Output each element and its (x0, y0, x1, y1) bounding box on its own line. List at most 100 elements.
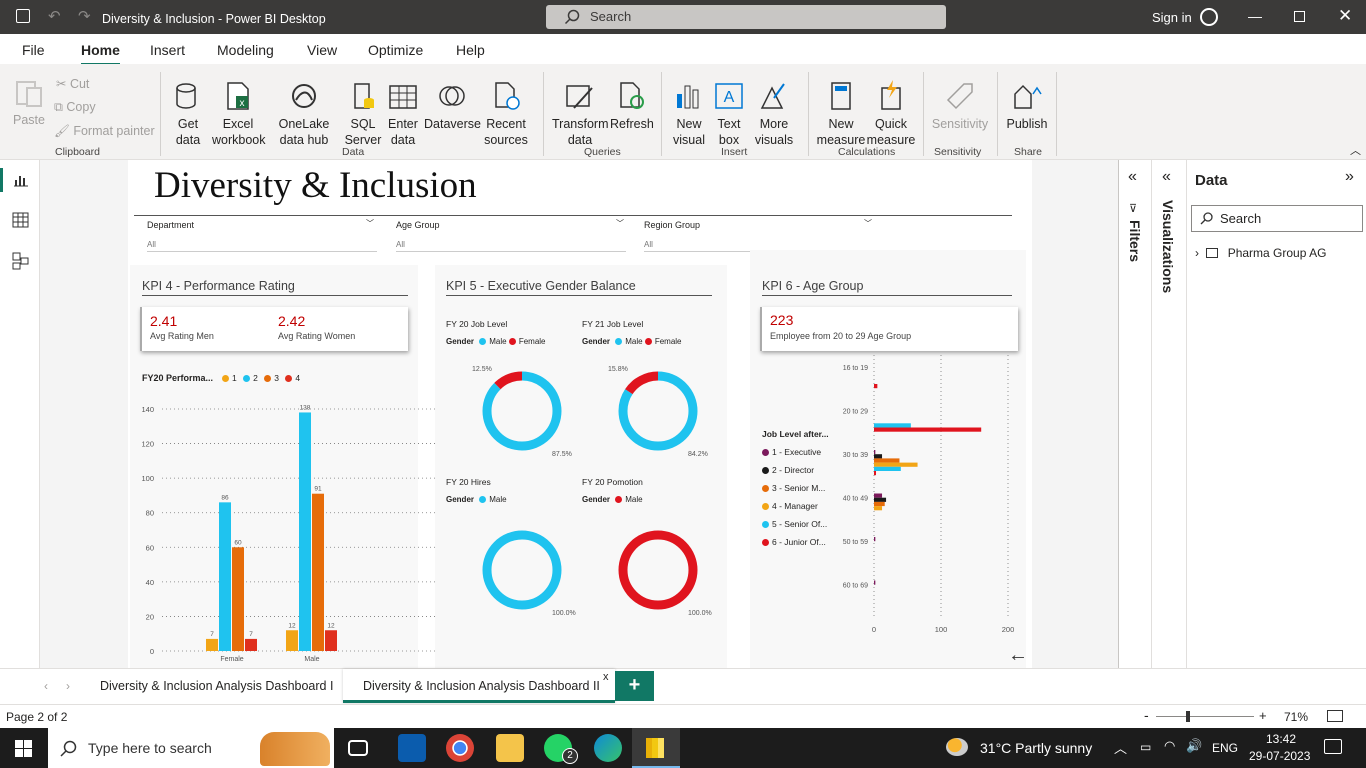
chevron-down-icon[interactable]: ﹀ (864, 218, 872, 229)
new-visual-button[interactable]: New visual (670, 80, 708, 148)
chevron-down-icon[interactable]: ﹀ (366, 218, 374, 229)
bar (874, 493, 883, 498)
edge-icon[interactable] (594, 734, 622, 762)
tray-chevron-icon[interactable]: ︿ (1114, 738, 1127, 757)
close-button[interactable]: ✕ (1338, 6, 1352, 26)
powerbi-taskbar-button[interactable] (632, 728, 680, 768)
store-icon[interactable] (398, 734, 426, 762)
recent-sources-button[interactable]: Recent sources (480, 80, 532, 148)
menu-file[interactable]: File (22, 42, 45, 58)
next-page-icon[interactable]: › (66, 679, 70, 693)
sql-icon (354, 83, 374, 109)
transform-label: Transform data (552, 117, 609, 147)
get-data-button[interactable]: Get data (170, 80, 206, 148)
legend-label: 1 - Executive (772, 447, 822, 457)
kpi5-panel[interactable]: KPI 5 - Executive Gender Balance FY 20 J… (435, 265, 727, 668)
weather-text[interactable]: 31°C Partly sunny (980, 740, 1092, 756)
zoom-level[interactable]: 71% (1284, 710, 1308, 724)
menu-help[interactable]: Help (456, 42, 485, 58)
legend-2: 2 (253, 373, 258, 383)
back-arrow-icon[interactable]: ← (1008, 644, 1028, 667)
perf-chart-title: FY20 Performa... (142, 373, 214, 383)
zoom-in-button[interactable]: + (1259, 708, 1267, 723)
copy-button[interactable]: ⧉ Copy (54, 99, 96, 115)
format-painter-button[interactable]: 🖌 Format painter (54, 123, 155, 139)
clock-date[interactable]: 29-07-2023 (1249, 749, 1310, 763)
minimize-button[interactable]: — (1248, 8, 1262, 24)
quick-measure-button[interactable]: Quick measure (866, 80, 916, 148)
refresh-button[interactable]: Refresh (610, 80, 654, 132)
expand-visualizations-icon[interactable]: « (1162, 168, 1171, 186)
tab-dashboard-2[interactable]: Diversity & Inclusion Analysis Dashboard… (343, 669, 615, 703)
sensitivity-icon (946, 83, 973, 110)
menu-view[interactable]: View (307, 42, 337, 58)
report-view-icon[interactable] (0, 168, 40, 192)
undo-icon[interactable]: ↶ (48, 7, 61, 25)
table-pharma-group[interactable]: › Pharma Group AG (1195, 246, 1326, 260)
collapse-ribbon-icon[interactable]: ︿ (1350, 142, 1361, 158)
wifi-icon[interactable]: ◠ (1164, 738, 1175, 754)
search-box[interactable]: Search (546, 5, 946, 29)
zoom-slider[interactable] (1156, 711, 1254, 722)
zoom-thumb[interactable] (1186, 711, 1190, 722)
publish-button[interactable]: Publish (1006, 80, 1048, 132)
menu-modeling[interactable]: Modeling (217, 42, 274, 58)
bar (874, 427, 982, 432)
language-indicator[interactable]: ENG (1212, 741, 1238, 755)
text-box-button[interactable]: A Text box (712, 80, 746, 148)
fit-page-icon[interactable] (1327, 710, 1343, 722)
excel-workbook-button[interactable]: x Excel workbook (212, 80, 266, 148)
collapse-data-icon[interactable]: » (1345, 168, 1354, 186)
notifications-icon[interactable] (1324, 739, 1342, 754)
account-icon[interactable] (1200, 8, 1218, 26)
network-icon[interactable]: ▭ (1140, 740, 1151, 754)
zoom-out-button[interactable]: - (1144, 707, 1149, 723)
quick-measure-icon (881, 80, 901, 110)
chevron-down-icon[interactable]: ﹀ (616, 218, 624, 229)
visualizations-pane[interactable]: « Visualizations (1151, 160, 1186, 668)
enter-data-button[interactable]: Enter data (386, 80, 420, 148)
menu-optimize[interactable]: Optimize (368, 42, 423, 58)
sql-server-button[interactable]: SQL Server (344, 80, 382, 148)
sign-in-link[interactable]: Sign in (1152, 10, 1192, 25)
table-view-icon[interactable] (12, 212, 29, 228)
file-explorer-icon[interactable] (496, 734, 524, 762)
close-tab-icon[interactable]: x (603, 671, 609, 683)
new-measure-button[interactable]: New measure (816, 80, 866, 148)
model-view-icon[interactable] (12, 252, 29, 270)
prev-page-icon[interactable]: ‹ (44, 679, 48, 693)
task-view-icon[interactable] (348, 740, 368, 756)
maximize-button[interactable] (1294, 11, 1305, 22)
sensitivity-button[interactable]: Sensitivity (930, 80, 990, 132)
more-visuals-button[interactable]: More visuals (750, 80, 798, 148)
bar (874, 454, 883, 459)
windows-start-icon[interactable] (15, 740, 32, 757)
add-page-button[interactable]: + (615, 671, 654, 701)
menu-home[interactable]: Home (81, 42, 120, 66)
filters-pane[interactable]: « Filters ⊽ (1118, 160, 1151, 668)
taskbar-search[interactable]: Type here to search (48, 728, 334, 768)
tab-dashboard-1[interactable]: Diversity & Inclusion Analysis Dashboard… (100, 679, 333, 693)
kpi4-panel[interactable]: KPI 4 - Performance Rating 2.41 Avg Rati… (130, 265, 436, 668)
redo-icon[interactable]: ↷ (78, 7, 91, 25)
transform-data-button[interactable]: Transform data (552, 80, 609, 148)
slicer-age-value[interactable]: All (396, 240, 626, 252)
cut-icon: ✂ (56, 77, 70, 91)
volume-icon[interactable]: 🔊 (1186, 738, 1202, 754)
cut-button[interactable]: ✂ Cut (56, 76, 89, 92)
slicer-department-label: Department (147, 220, 195, 230)
performance-bar-chart[interactable]: 0 20 40 60 80 100 120 140 7 86 60 7 Female 12 138 91 12 M… (130, 390, 436, 670)
clock-time[interactable]: 13:42 (1266, 732, 1296, 746)
chrome-icon[interactable] (446, 734, 474, 762)
save-icon[interactable] (16, 9, 30, 23)
paste-button[interactable]: Paste (12, 76, 46, 128)
slicer-department-value[interactable]: All (147, 240, 377, 252)
age-group-bar-chart[interactable]: 0 100 200 16 to 19 20 to 29 30 to 39 40 to 49 5… (830, 355, 1026, 655)
menu-insert[interactable]: Insert (150, 42, 185, 58)
kpi6-panel[interactable]: KPI 6 - Age Group 223 Employee from 20 t… (750, 250, 1026, 668)
onelake-button[interactable]: OneLake data hub (266, 80, 342, 148)
gender-donut-charts[interactable]: 87.5% 12.5% 84.2% 15.8% 100.0% 100.0% (435, 265, 727, 668)
collapse-filters-icon[interactable]: « (1128, 168, 1137, 186)
data-search-input[interactable]: Search (1191, 205, 1363, 232)
dataverse-button[interactable]: Dataverse (424, 80, 481, 132)
